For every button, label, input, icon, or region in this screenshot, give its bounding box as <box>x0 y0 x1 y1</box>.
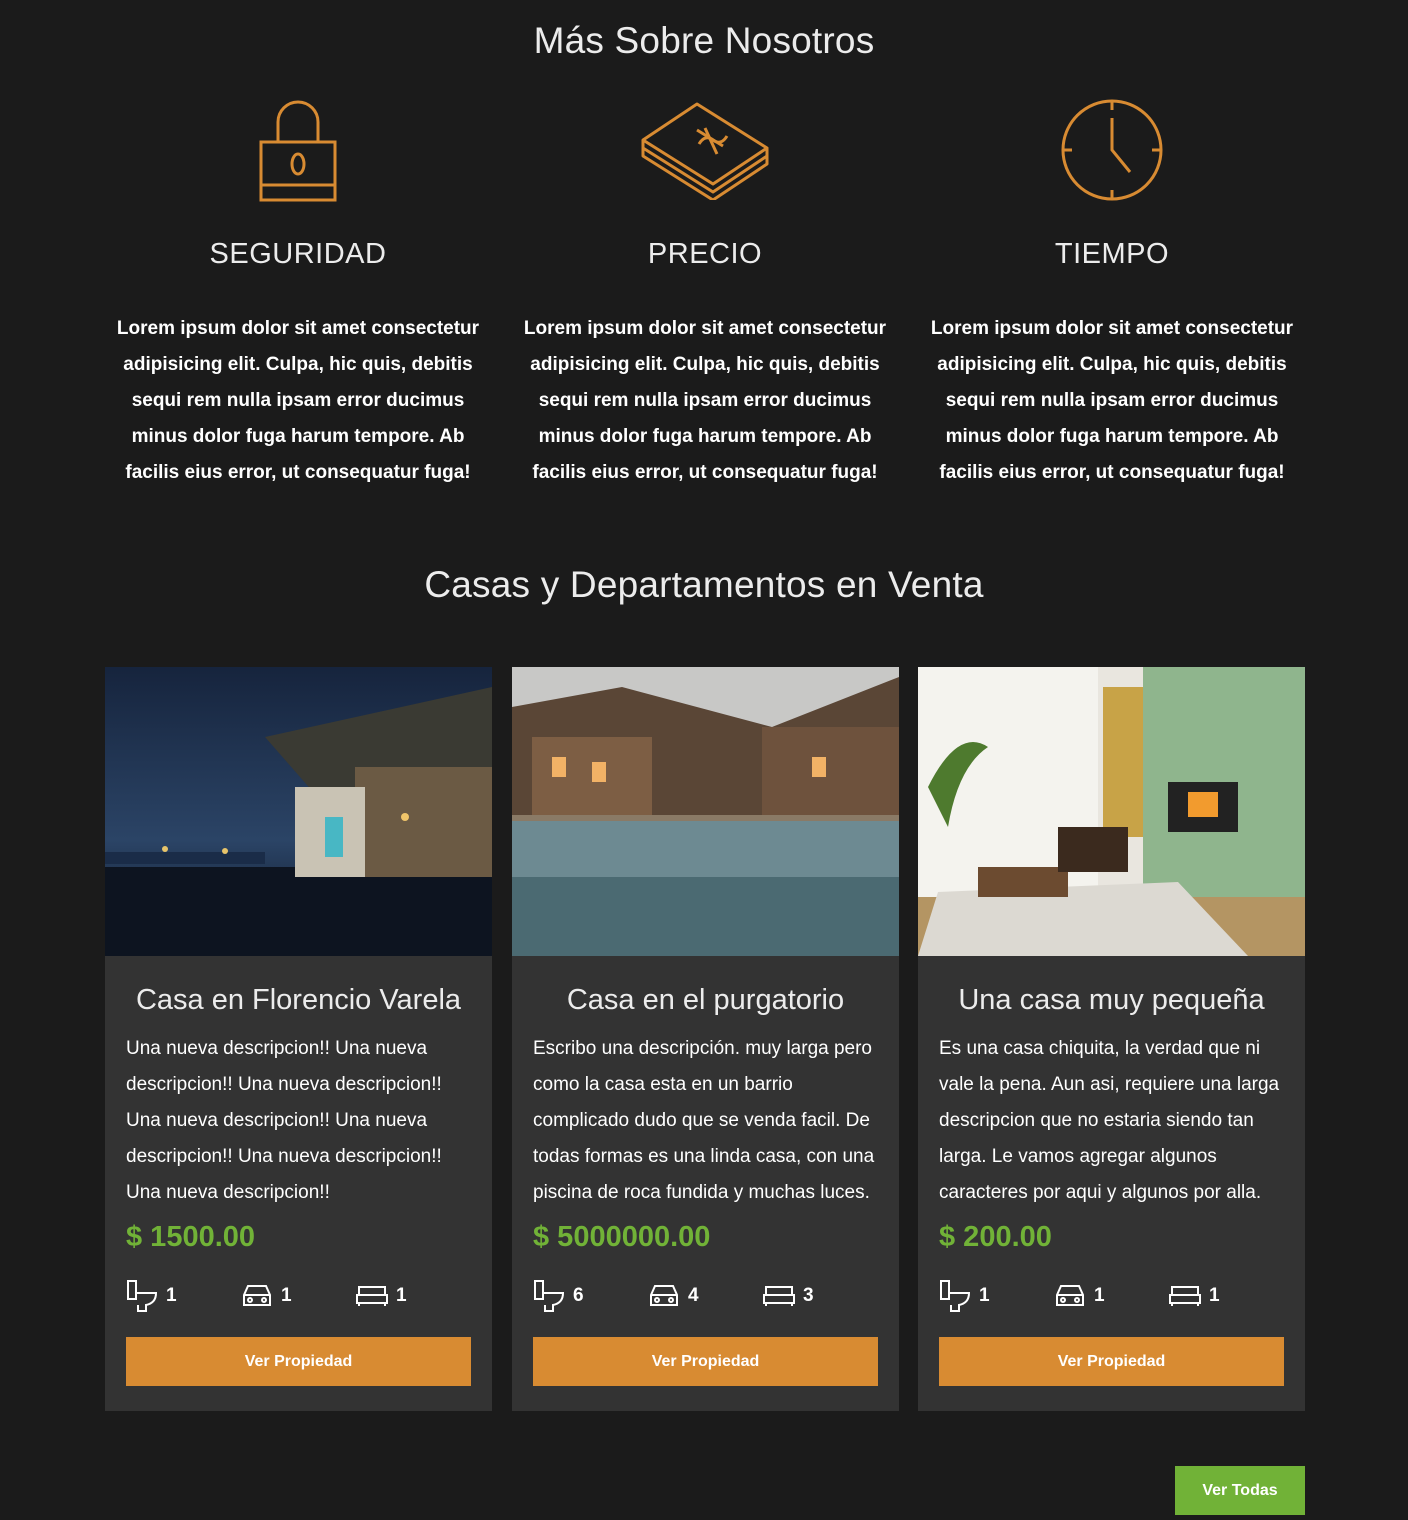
property-description: Una nueva descripcion!! Una nueva descri… <box>126 1038 442 1203</box>
car-icon <box>1056 1285 1084 1306</box>
lock-icon <box>106 96 490 204</box>
parking-count: 1 <box>281 1285 292 1306</box>
property-price: $ 5000000.00 <box>533 1221 711 1253</box>
parking: 1 <box>241 1283 356 1309</box>
bathrooms: 1 <box>126 1279 241 1313</box>
property-price: $ 1500.00 <box>126 1221 256 1253</box>
bathrooms: 1 <box>939 1279 1054 1313</box>
feature-seguridad: SEGURIDAD Lorem ipsum dolor sit amet con… <box>106 96 490 491</box>
view-all-button[interactable]: Ver Todas <box>1175 1466 1305 1515</box>
living-room-photo <box>918 667 1305 956</box>
amenities: 6 4 3 <box>533 1276 878 1316</box>
parking-count: 4 <box>688 1285 699 1306</box>
amenities: 1 1 1 <box>126 1276 471 1316</box>
bed-icon <box>1169 1286 1201 1306</box>
bed-icon <box>356 1286 388 1306</box>
bed-icon <box>763 1286 795 1306</box>
view-property-button[interactable]: Ver Propiedad <box>126 1337 471 1386</box>
bedrooms: 3 <box>763 1285 878 1307</box>
feature-tiempo: TIEMPO Lorem ipsum dolor sit amet consec… <box>920 96 1304 491</box>
property-title: Casa en el purgatorio <box>566 984 845 1016</box>
amenities: 1 1 1 <box>939 1276 1284 1316</box>
property-card: Casa en Florencio Varela Una nueva descr… <box>105 667 492 1411</box>
car-icon <box>243 1285 271 1306</box>
toilet-icon <box>534 1280 565 1312</box>
bathrooms-count: 6 <box>573 1285 584 1306</box>
property-card: Una casa muy pequeña Es una casa chiquit… <box>918 667 1305 1411</box>
about-title: Más Sobre Nosotros <box>533 20 875 61</box>
property-description: Es una casa chiquita, la verdad que ni v… <box>939 1038 1280 1203</box>
property-card: Casa en el purgatorio Escribo una descri… <box>512 667 899 1411</box>
parking-count: 1 <box>1094 1285 1105 1306</box>
listings-title: Casas y Departamentos en Venta <box>424 564 984 605</box>
feature-text: Lorem ipsum dolor sit amet consectetur a… <box>930 318 1294 483</box>
bedrooms-count: 1 <box>1209 1285 1220 1306</box>
feature-text: Lorem ipsum dolor sit amet consectetur a… <box>116 318 480 483</box>
parking: 4 <box>648 1283 763 1309</box>
bedrooms: 1 <box>1169 1285 1284 1307</box>
bedrooms: 1 <box>356 1285 471 1307</box>
property-title: Una casa muy pequeña <box>958 984 1265 1016</box>
bedrooms-count: 3 <box>803 1285 814 1306</box>
property-title: Casa en Florencio Varela <box>135 984 462 1016</box>
property-description: Escribo una descripción. muy larga pero … <box>533 1038 875 1203</box>
feature-title: SEGURIDAD <box>209 238 387 270</box>
bathrooms: 6 <box>533 1279 648 1313</box>
view-property-button[interactable]: Ver Propiedad <box>533 1337 878 1386</box>
bedrooms-count: 1 <box>396 1285 407 1306</box>
property-price: $ 200.00 <box>939 1221 1052 1253</box>
toilet-icon <box>940 1280 971 1312</box>
parking: 1 <box>1054 1283 1169 1309</box>
money-icon <box>513 96 897 204</box>
car-icon <box>650 1285 678 1306</box>
toilet-icon <box>127 1280 158 1312</box>
bathrooms-count: 1 <box>979 1285 990 1306</box>
clock-icon <box>920 96 1304 204</box>
night-house-photo <box>105 667 492 956</box>
view-property-button[interactable]: Ver Propiedad <box>939 1337 1284 1386</box>
feature-title: PRECIO <box>647 238 763 270</box>
pool-lodge-photo <box>512 667 899 956</box>
bathrooms-count: 1 <box>166 1285 177 1306</box>
feature-text: Lorem ipsum dolor sit amet consectetur a… <box>523 318 887 483</box>
feature-title: TIEMPO <box>1054 238 1170 270</box>
feature-precio: PRECIO Lorem ipsum dolor sit amet consec… <box>513 96 897 491</box>
